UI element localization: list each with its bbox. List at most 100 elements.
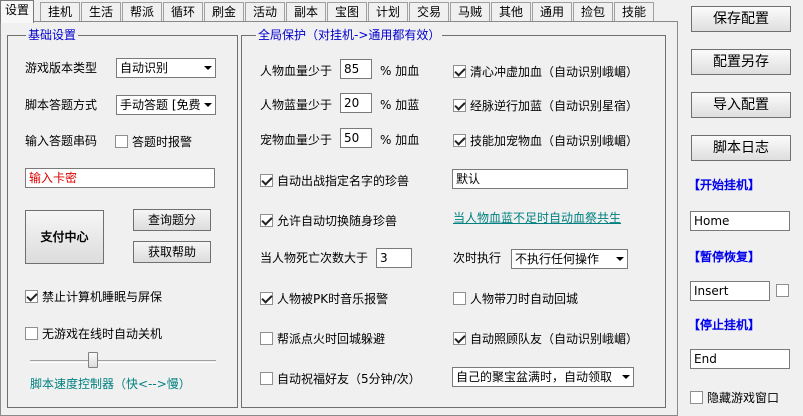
- tab-treasure-map[interactable]: 宝图: [327, 2, 367, 22]
- treasure-bowl-value: 自己的聚宝盆满时，自动领取: [456, 370, 613, 384]
- tab-settings[interactable]: 设置: [0, 0, 34, 23]
- pause-hotkey-label: 【暂停恢复】: [688, 250, 761, 264]
- hide-game-check-box[interactable]: [690, 391, 703, 404]
- tab-loop[interactable]: 循环: [163, 2, 203, 22]
- script-log-button[interactable]: 脚本日志: [691, 135, 791, 161]
- save-config-button[interactable]: 保存配置: [691, 6, 791, 32]
- hide-game-window-label: 隐藏游戏窗口: [707, 391, 780, 405]
- answer-method-label: 脚本答题方式: [25, 98, 98, 112]
- hide-game-window-checkbox[interactable]: 隐藏游戏窗口: [690, 389, 779, 406]
- stop-hotkey-input[interactable]: End: [690, 349, 790, 369]
- get-help-button[interactable]: 获取帮助: [133, 241, 211, 263]
- pk-alarm-checkbox[interactable]: 人物被PK时音乐报警: [260, 290, 388, 307]
- tab-gold[interactable]: 刷金: [204, 2, 244, 22]
- knife-return-check-box[interactable]: [453, 292, 466, 305]
- answer-alarm-checkbox[interactable]: 答题时报警: [115, 133, 192, 150]
- jingmai-mana-label: 经脉逆行加蓝（自动识别星宿）: [470, 99, 639, 113]
- jingmai-mana-checkbox[interactable]: 经脉逆行加蓝（自动识别星宿）: [453, 97, 638, 114]
- alarm-check-box[interactable]: [115, 135, 128, 148]
- qingxin-heal-checkbox[interactable]: 清心冲虚加血（自动识别峨嵋）: [453, 63, 638, 80]
- knife-return-label: 人物带刀时自动回城: [470, 292, 579, 306]
- treasure-bowl-select[interactable]: 自己的聚宝盆满时，自动领取: [452, 367, 634, 387]
- care-teammates-checkbox[interactable]: 自动照顾队友（自动识别峨嵋）: [453, 330, 638, 347]
- auto-shutdown-label: 无游戏在线时自动关机: [42, 327, 163, 341]
- answer-method-select[interactable]: 手动答题 [免费]: [116, 95, 216, 115]
- knife-return-checkbox[interactable]: 人物带刀时自动回城: [453, 290, 578, 307]
- query-score-button[interactable]: 查询题分: [133, 209, 211, 231]
- mp-suffix-label: % 加蓝: [380, 98, 420, 112]
- answer-method-value: 手动答题 [免费]: [120, 98, 201, 112]
- pay-center-button[interactable]: 支付中心: [25, 210, 104, 264]
- pause-hotkey-input[interactable]: Insert: [690, 281, 770, 301]
- chevron-down-icon: [616, 257, 624, 261]
- jingmai-check-box[interactable]: [453, 99, 466, 112]
- tab-event[interactable]: 活动: [245, 2, 285, 22]
- no-sleep-checkbox[interactable]: 禁止计算机睡眠与屏保: [25, 288, 162, 305]
- tab-trade[interactable]: 交易: [409, 2, 449, 22]
- care-teammates-label: 自动照顾队友（自动识别峨嵋）: [470, 332, 639, 346]
- qingxin-check-box[interactable]: [453, 65, 466, 78]
- speed-controller-label: 脚本速度控制器（快<-->慢）: [30, 377, 191, 391]
- start-hotkey-input[interactable]: Home: [690, 211, 790, 231]
- pause-hotkey-checkbox[interactable]: [776, 284, 793, 297]
- speed-slider-track[interactable]: [30, 360, 216, 363]
- chevron-down-icon: [622, 375, 630, 379]
- tab-bar: 设置 挂机 生活 帮派 循环 刷金 活动 副本 宝图 计划 交易 马贼 其他 通…: [0, 0, 680, 23]
- mp-threshold-label: 人物蓝量少于: [260, 98, 333, 112]
- tab-bandit[interactable]: 马贼: [450, 2, 490, 22]
- tab-afk[interactable]: 挂机: [40, 2, 80, 22]
- hp-threshold-label: 人物血量少于: [260, 64, 333, 78]
- mp-threshold-input[interactable]: 20: [340, 93, 372, 113]
- death-count-input[interactable]: 3: [376, 248, 412, 268]
- auto-summon-check-box[interactable]: [260, 174, 273, 187]
- auto-switch-check-box[interactable]: [260, 214, 273, 227]
- bless-friends-checkbox[interactable]: 自动祝福好友（5分钟/次）: [260, 370, 421, 387]
- hp-threshold-input[interactable]: 85: [340, 59, 372, 79]
- tab-pickup[interactable]: 捡包: [573, 2, 613, 22]
- pet-hp-threshold-input[interactable]: 50: [340, 128, 372, 148]
- start-hotkey-label: 【开始挂机】: [688, 178, 761, 192]
- game-version-value: 自动识别: [120, 61, 169, 75]
- tab-skills[interactable]: 技能: [614, 2, 654, 22]
- auto-switch-pet-label: 允许自动切换随身珍兽: [277, 214, 398, 228]
- import-config-button[interactable]: 导入配置: [691, 92, 791, 118]
- tab-guild[interactable]: 帮派: [122, 2, 162, 22]
- death-action-select[interactable]: 不执行任何操作: [511, 249, 628, 269]
- auto-switch-pet-checkbox[interactable]: 允许自动切换随身珍兽: [260, 212, 397, 229]
- care-teammates-check-box[interactable]: [453, 332, 466, 345]
- pk-alarm-label: 人物被PK时音乐报警: [277, 292, 389, 306]
- pet-hp-suffix-label: % 加血: [380, 133, 420, 147]
- speed-slider-thumb[interactable]: [88, 352, 98, 368]
- skill-pet-heal-checkbox[interactable]: 技能加宠物血（自动识别峨嵋）: [453, 132, 638, 149]
- pet-name-input[interactable]: 默认: [452, 169, 628, 189]
- auto-summon-pet-checkbox[interactable]: 自动出战指定名字的珍兽: [260, 172, 409, 189]
- chevron-down-icon: [204, 103, 212, 107]
- no-sleep-label: 禁止计算机睡眠与屏保: [42, 290, 163, 304]
- skill-pet-heal-label: 技能加宠物血（自动识别峨嵋）: [470, 134, 639, 148]
- tab-dungeon[interactable]: 副本: [286, 2, 326, 22]
- card-key-input[interactable]: 输入卡密: [25, 168, 215, 188]
- no-sleep-check-box[interactable]: [25, 290, 38, 303]
- blood-sacrifice-link[interactable]: 当人物血蓝不足时自动血祭共生: [453, 211, 621, 225]
- auto-shutdown-check-box[interactable]: [25, 327, 38, 340]
- pk-alarm-check-box[interactable]: [260, 292, 273, 305]
- death-count-label: 当人物死亡次数大于: [260, 251, 369, 265]
- guild-fire-return-checkbox[interactable]: 帮派点火时回城躲避: [260, 330, 385, 347]
- bless-friends-check-box[interactable]: [260, 372, 273, 385]
- skill-pet-check-box[interactable]: [453, 134, 466, 147]
- tab-other[interactable]: 其他: [491, 2, 531, 22]
- tab-life[interactable]: 生活: [81, 2, 121, 22]
- qingxin-heal-label: 清心冲虚加血（自动识别峨嵋）: [470, 65, 639, 79]
- auto-shutdown-checkbox[interactable]: 无游戏在线时自动关机: [25, 325, 162, 342]
- pause-hotkey-check-box[interactable]: [776, 284, 789, 297]
- guild-fire-check-box[interactable]: [260, 332, 273, 345]
- tab-plan[interactable]: 计划: [368, 2, 408, 22]
- bless-friends-label: 自动祝福好友（5分钟/次）: [277, 372, 421, 386]
- tab-general[interactable]: 通用: [532, 2, 572, 22]
- game-version-select[interactable]: 自动识别: [116, 58, 216, 78]
- pet-hp-threshold-label: 宠物血量少于: [260, 133, 333, 147]
- answer-alarm-label: 答题时报警: [132, 135, 193, 149]
- save-config-as-button[interactable]: 配置另存: [691, 49, 791, 75]
- stop-hotkey-label: 【停止挂机】: [688, 318, 761, 332]
- auto-summon-pet-label: 自动出战指定名字的珍兽: [277, 174, 410, 188]
